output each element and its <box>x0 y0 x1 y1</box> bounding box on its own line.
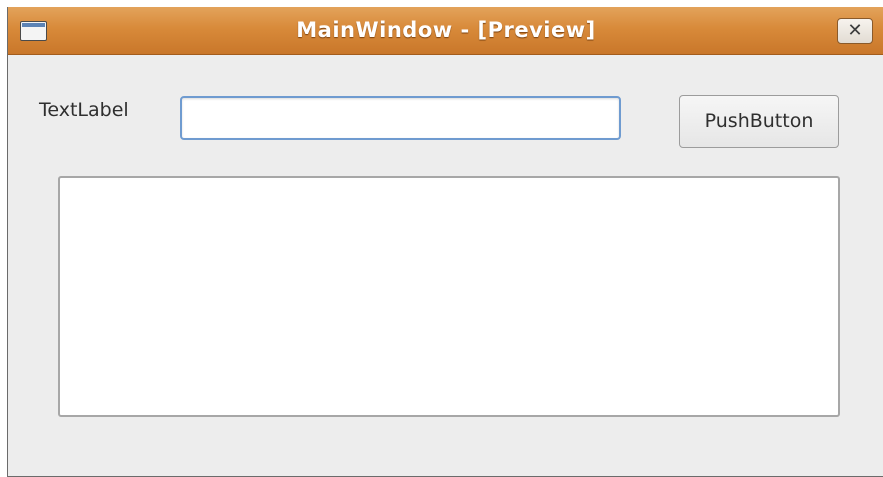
close-icon: ✕ <box>847 20 863 41</box>
main-window: MainWindow - [Preview] ✕ TextLabel PushB… <box>7 7 883 477</box>
line-edit-input[interactable] <box>180 96 621 140</box>
title-bar[interactable]: MainWindow - [Preview] ✕ <box>8 7 883 55</box>
push-button[interactable]: PushButton <box>679 95 839 148</box>
text-area[interactable] <box>58 176 840 417</box>
text-label: TextLabel <box>39 99 129 121</box>
close-button[interactable]: ✕ <box>837 18 873 44</box>
window-title: MainWindow - [Preview] <box>296 18 596 42</box>
